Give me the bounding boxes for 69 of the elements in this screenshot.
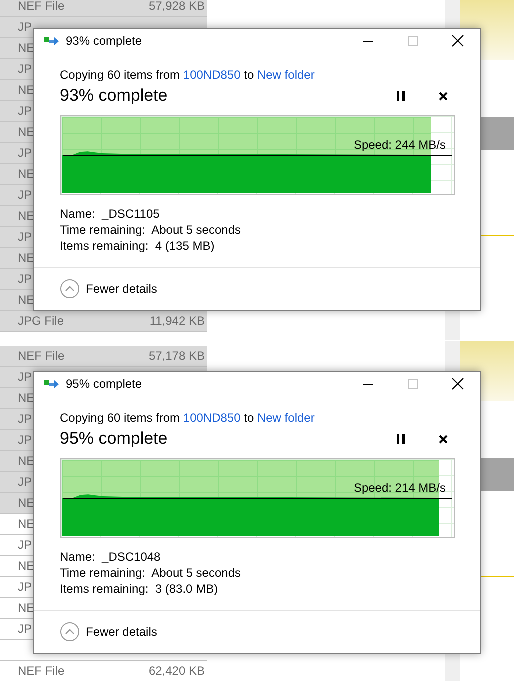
file-type: JP <box>18 104 32 118</box>
copy-icon <box>44 378 60 390</box>
file-type: NE <box>18 454 35 468</box>
chevron-up-icon <box>60 622 80 642</box>
pause-button[interactable] <box>395 432 407 446</box>
progress-heading: 95% complete <box>60 429 168 449</box>
copy-message: Copying 60 items from 100ND850 to New folder <box>60 67 316 83</box>
source-link[interactable]: 100ND850 <box>183 411 241 425</box>
file-size: 57,928 KB <box>148 0 205 13</box>
file-size: 62,420 KB <box>148 664 205 678</box>
file-row[interactable]: JPG File 11,942 KB <box>0 311 207 332</box>
file-type: JPG File <box>18 314 64 328</box>
file-type: NE <box>18 517 35 531</box>
file-type: NE <box>18 391 35 405</box>
file-type: JP <box>18 272 32 286</box>
file-size: 57,178 KB <box>148 349 205 363</box>
file-type: NEF File <box>18 664 65 678</box>
maximize-icon <box>408 36 418 46</box>
detail-text: Time remaining: About 5 seconds <box>60 565 242 581</box>
copy-message: Copying 60 items from 100ND850 to New folder <box>60 410 316 426</box>
file-type: JP <box>18 20 32 34</box>
file-type: JP <box>18 412 32 426</box>
cancel-button[interactable] <box>437 90 450 102</box>
window-title: 95% complete <box>66 377 142 391</box>
destination-link[interactable]: New folder <box>257 68 315 82</box>
file-type: JP <box>18 433 32 447</box>
file-type: NE <box>18 41 35 55</box>
file-type: JP <box>18 475 32 489</box>
file-type: NE <box>18 293 35 307</box>
speed-label: Speed: 214 MB/s <box>354 481 446 495</box>
file-type: JP <box>18 230 32 244</box>
destination-link[interactable]: New folder <box>257 411 315 425</box>
file-type: JP <box>18 622 32 636</box>
detail-text: Name: _DSC1105 <box>60 206 161 222</box>
maximize-icon <box>408 379 418 389</box>
cancel-button[interactable] <box>437 432 450 446</box>
file-type: NE <box>18 559 35 573</box>
close-icon <box>452 35 464 47</box>
file-type: JP <box>18 62 32 76</box>
pause-button[interactable] <box>395 89 407 103</box>
detail-text: Items remaining: 4 (135 MB) <box>60 238 216 254</box>
file-type: NEF File <box>18 349 65 363</box>
file-type: NE <box>18 496 35 510</box>
copy-icon <box>44 35 60 47</box>
detail-text: Time remaining: About 5 seconds <box>60 222 242 238</box>
file-type: NE <box>18 167 35 181</box>
file-size: 11,942 KB <box>150 314 205 328</box>
file-type: JP <box>18 538 32 552</box>
file-row[interactable]: NEF File 57,178 KB <box>0 346 207 367</box>
fewer-details-button[interactable]: Fewer details <box>60 279 158 299</box>
detail-text: Items remaining: 3 (83.0 MB) <box>60 581 220 597</box>
file-type: NE <box>18 601 35 615</box>
file-type: JP <box>18 580 32 594</box>
fewer-details-button[interactable]: Fewer details <box>60 622 158 642</box>
file-type: JP <box>18 146 32 160</box>
speed-label: Speed: 244 MB/s <box>354 138 446 152</box>
file-type: JP <box>18 370 32 384</box>
file-type: NE <box>18 251 35 265</box>
detail-text: Name: _DSC1048 <box>60 549 162 565</box>
file-type: JP <box>18 188 32 202</box>
file-type: NE <box>18 83 35 97</box>
file-type: NE <box>18 209 35 223</box>
file-row[interactable]: NEF File 57,928 KB <box>0 0 207 17</box>
progress-heading: 93% complete <box>60 86 168 106</box>
file-type: NEF File <box>18 0 65 13</box>
close-icon <box>452 378 464 390</box>
file-type: NE <box>18 125 35 139</box>
source-link[interactable]: 100ND850 <box>183 68 241 82</box>
chevron-up-icon <box>60 279 80 299</box>
